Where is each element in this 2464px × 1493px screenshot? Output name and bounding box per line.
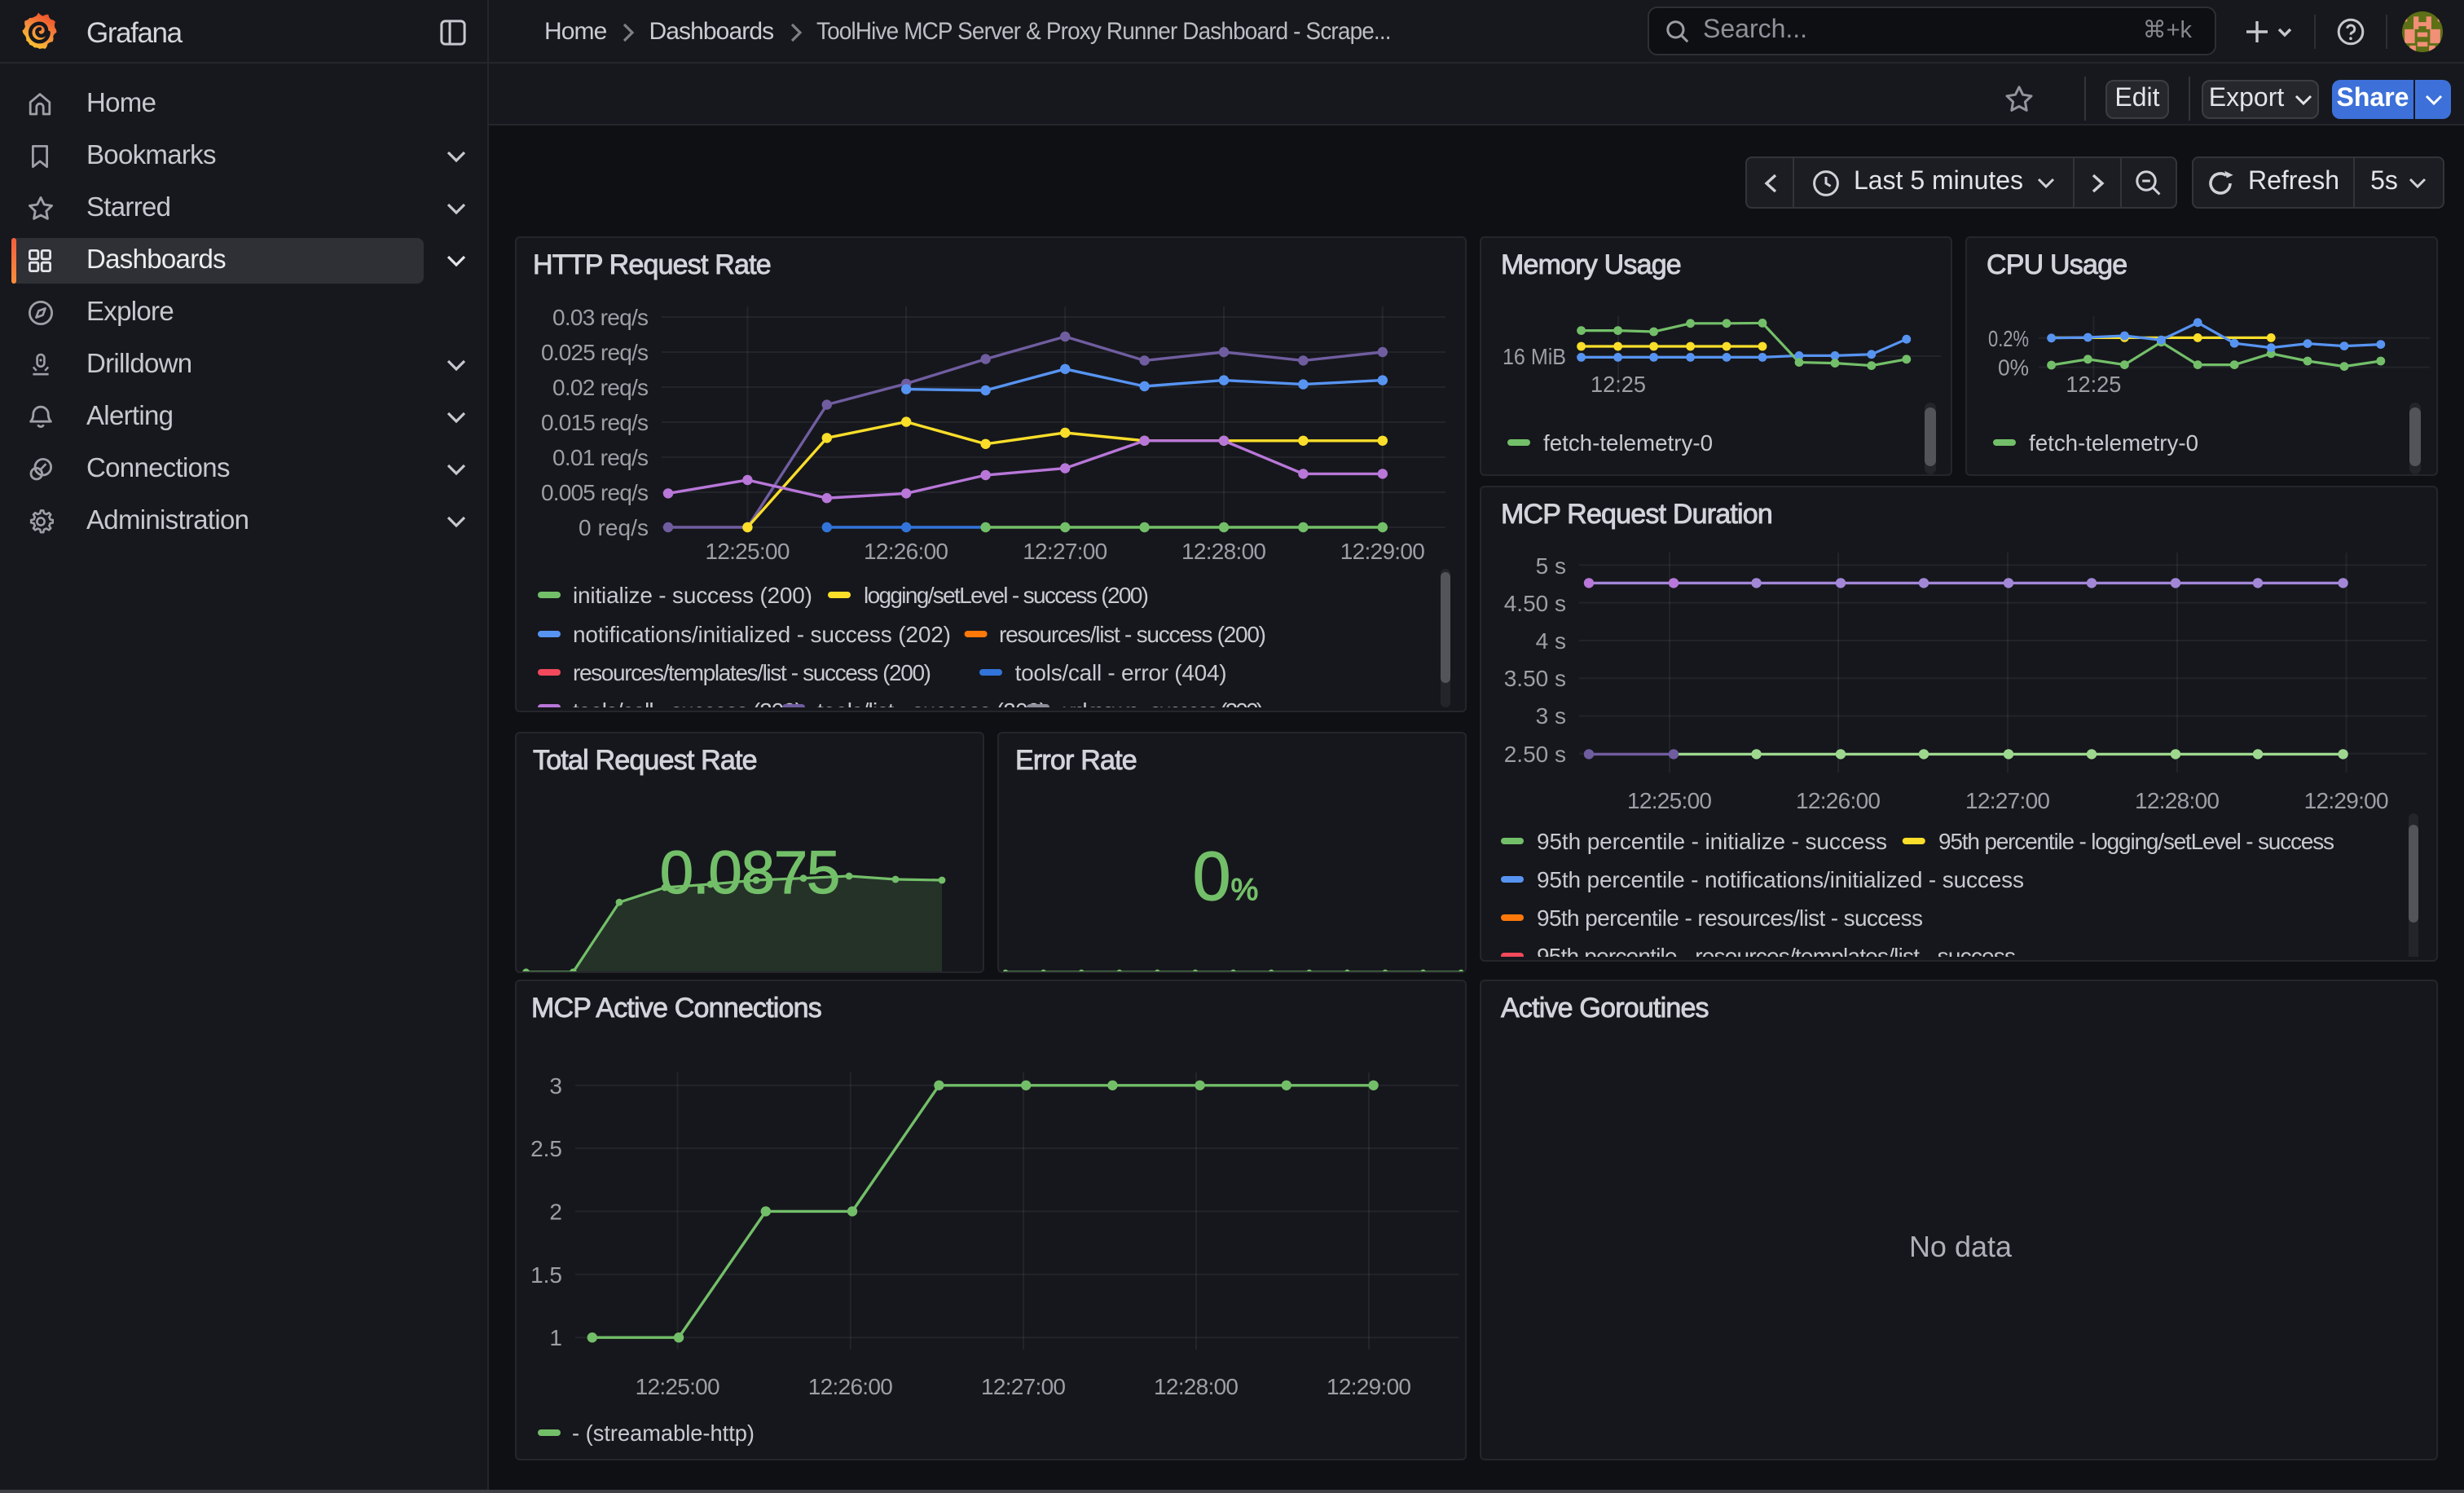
svg-text:initialize - success (200): initialize - success (200) — [573, 583, 812, 608]
svg-text:0.025 req/s: 0.025 req/s — [541, 340, 649, 365]
svg-text:12:25:00: 12:25:00 — [705, 539, 790, 564]
svg-text:0.01 req/s: 0.01 req/s — [552, 445, 649, 470]
svg-text:95th percentile - initialize -: 95th percentile - initialize - success — [1537, 829, 1887, 854]
svg-text:12:26:00: 12:26:00 — [864, 539, 948, 564]
svg-text:1: 1 — [549, 1325, 562, 1350]
svg-text:0.02 req/s: 0.02 req/s — [552, 375, 649, 400]
svg-text:- (streamable-http): - (streamable-http) — [572, 1420, 755, 1446]
svg-text:3.50 s: 3.50 s — [1504, 666, 1566, 691]
svg-text:0.015 req/s: 0.015 req/s — [541, 410, 649, 435]
svg-text:12:25:00: 12:25:00 — [1627, 788, 1712, 813]
svg-text:12:29:00: 12:29:00 — [1327, 1374, 1411, 1399]
svg-text:95th percentile - notification: 95th percentile - notifications/initiali… — [1537, 867, 2024, 892]
svg-text:5 s: 5 s — [1536, 553, 1566, 579]
svg-text:12:28:00: 12:28:00 — [1181, 539, 1266, 564]
svg-text:2.50 s: 2.50 s — [1504, 742, 1566, 767]
svg-text:12:28:00: 12:28:00 — [2135, 788, 2220, 813]
svg-text:12:29:00: 12:29:00 — [1340, 539, 1425, 564]
svg-text:12:26:00: 12:26:00 — [808, 1374, 893, 1399]
svg-text:95th percentile - resources/te: 95th percentile - resources/templates/li… — [1537, 944, 2016, 957]
svg-text:tools/call - success (200): tools/call - success (200) — [573, 698, 803, 707]
svg-text:tools/list - success (200): tools/list - success (200) — [817, 698, 1047, 707]
svg-text:12:29:00: 12:29:00 — [2304, 788, 2389, 813]
svg-text:4.50 s: 4.50 s — [1504, 591, 1566, 616]
svg-text:logging/setLevel - success (20: logging/setLevel - success (200) — [864, 583, 1149, 608]
svg-text:3: 3 — [549, 1073, 562, 1099]
svg-text:3 s: 3 s — [1536, 703, 1566, 729]
svg-text:0.03 req/s: 0.03 req/s — [552, 305, 649, 330]
svg-text:95th percentile - logging/setL: 95th percentile - logging/setLevel - suc… — [1938, 829, 2334, 854]
svg-text:12:25:00: 12:25:00 — [636, 1374, 720, 1399]
svg-text:95th percentile - resources/li: 95th percentile - resources/list - succe… — [1537, 905, 1923, 931]
svg-text:12:27:00: 12:27:00 — [1023, 539, 1107, 564]
svg-text:4 s: 4 s — [1536, 628, 1566, 654]
svg-text:0 req/s: 0 req/s — [579, 515, 649, 540]
svg-text:12:27:00: 12:27:00 — [1965, 788, 2050, 813]
svg-text:tools/call - error (404): tools/call - error (404) — [1015, 660, 1227, 685]
svg-text:12:25: 12:25 — [2066, 372, 2121, 397]
svg-text:resources/list - success (200): resources/list - success (200) — [999, 622, 1266, 647]
svg-text:0%: 0% — [1998, 355, 2029, 381]
svg-text:notifications/initialized - su: notifications/initialized - success (202… — [573, 622, 951, 647]
svg-text:1.5: 1.5 — [530, 1262, 562, 1288]
svg-text:fetch-telemetry-0: fetch-telemetry-0 — [2029, 430, 2198, 456]
svg-text:resources/templates/list - suc: resources/templates/list - success (200) — [573, 660, 931, 685]
svg-text:12:26:00: 12:26:00 — [1796, 788, 1881, 813]
svg-text:fetch-telemetry-0: fetch-telemetry-0 — [1543, 430, 1713, 456]
svg-text:0.2%: 0.2% — [1988, 326, 2029, 351]
svg-text:12:28:00: 12:28:00 — [1154, 1374, 1239, 1399]
svg-text:0.005 req/s: 0.005 req/s — [541, 480, 649, 505]
svg-text:12:25: 12:25 — [1591, 372, 1646, 397]
svg-text:16 MiB: 16 MiB — [1503, 344, 1566, 369]
svg-text:2.5: 2.5 — [530, 1136, 562, 1161]
svg-text:unknown - success (200): unknown - success (200) — [1062, 698, 1264, 707]
svg-text:12:27:00: 12:27:00 — [981, 1374, 1066, 1399]
svg-text:2: 2 — [549, 1199, 562, 1224]
